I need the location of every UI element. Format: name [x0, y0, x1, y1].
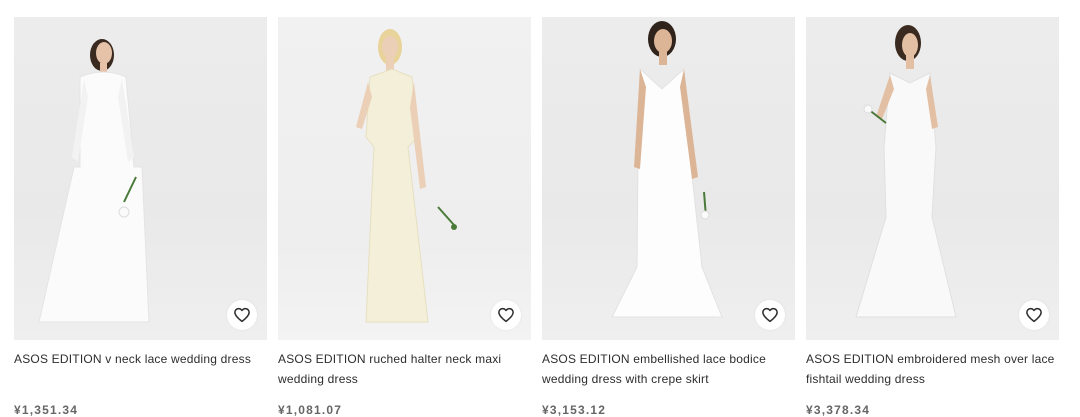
- product-image[interactable]: [542, 17, 795, 340]
- product-title[interactable]: ASOS EDITION v neck lace wedding dress: [14, 349, 267, 389]
- product-title[interactable]: ASOS EDITION embroidered mesh over lace …: [806, 349, 1059, 389]
- save-for-later-button[interactable]: [1019, 300, 1049, 330]
- heart-outline-icon: [234, 307, 250, 323]
- save-for-later-button[interactable]: [227, 300, 257, 330]
- product-photo: [38, 39, 150, 323]
- product-title[interactable]: ASOS EDITION ruched halter neck maxi wed…: [278, 349, 531, 389]
- product-card[interactable]: ASOS EDITION embroidered mesh over lace …: [806, 17, 1059, 417]
- product-grid: ASOS EDITION v neck lace wedding dress ¥…: [14, 17, 1059, 417]
- product-card[interactable]: ASOS EDITION v neck lace wedding dress ¥…: [14, 17, 267, 417]
- product-card[interactable]: ASOS EDITION ruched halter neck maxi wed…: [278, 17, 531, 417]
- save-for-later-button[interactable]: [755, 300, 785, 330]
- product-photo: [356, 29, 457, 323]
- product-title[interactable]: ASOS EDITION embellished lace bodice wed…: [542, 349, 795, 389]
- product-photo: [611, 21, 723, 318]
- product-image[interactable]: [14, 17, 267, 340]
- product-card[interactable]: ASOS EDITION embellished lace bodice wed…: [542, 17, 795, 417]
- heart-outline-icon: [762, 307, 778, 323]
- product-image[interactable]: [278, 17, 531, 340]
- product-image[interactable]: [806, 17, 1059, 340]
- save-for-later-button[interactable]: [491, 300, 521, 330]
- product-photo: [855, 25, 957, 318]
- heart-outline-icon: [1026, 307, 1042, 323]
- heart-outline-icon: [498, 307, 514, 323]
